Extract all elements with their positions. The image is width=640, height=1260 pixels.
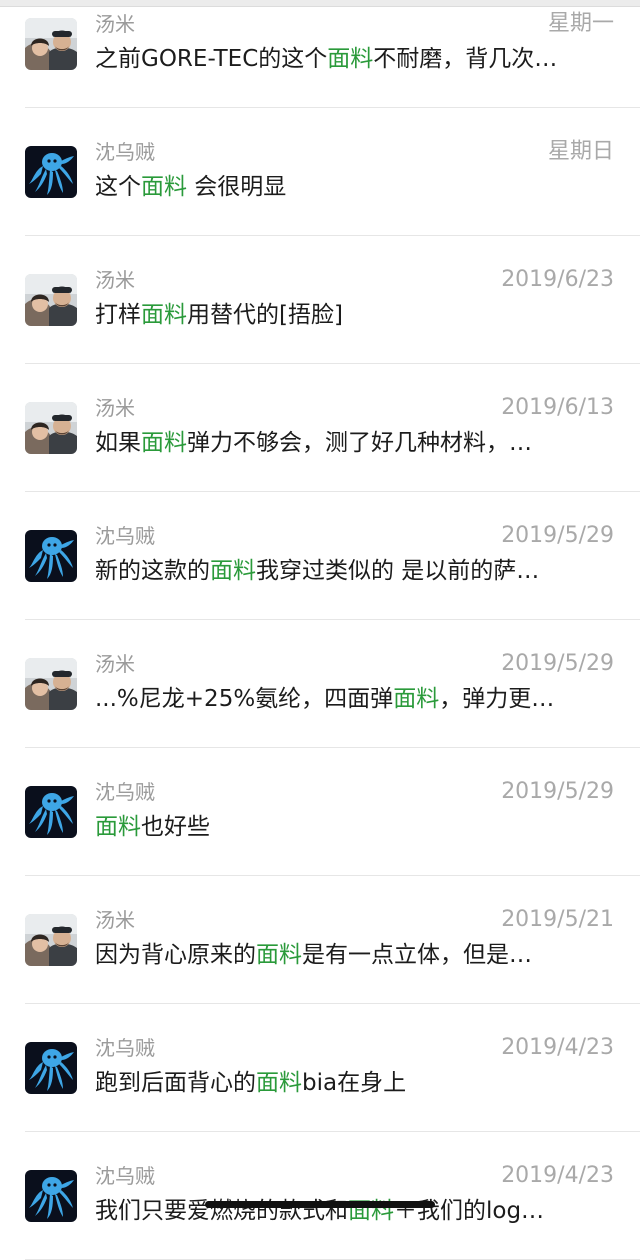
keyword-highlight: 面料 xyxy=(210,558,256,584)
chat-result-row[interactable]: 汤米 2019/5/21 因为背心原来的面料是有一点立体，但是… xyxy=(0,876,640,1004)
keyword-highlight: 面料 xyxy=(141,302,187,328)
message-date: 2019/4/23 xyxy=(501,1035,614,1060)
chat-result-row[interactable]: 汤米 2019/6/13 如果面料弹力不够会，测了好几种材料，… xyxy=(0,364,640,492)
sender-name: 沈乌贼 xyxy=(95,524,155,548)
message-date: 星期日 xyxy=(547,139,614,164)
keyword-highlight: 面料 xyxy=(327,46,374,72)
message-date: 星期一 xyxy=(547,11,614,36)
couple-photo-avatar xyxy=(25,274,77,326)
message-date: 2019/6/13 xyxy=(501,395,614,420)
octopus-avatar xyxy=(25,146,77,198)
sender-name: 汤米 xyxy=(95,652,135,676)
couple-photo-avatar xyxy=(25,18,77,70)
octopus-avatar xyxy=(25,786,77,838)
message-snippet: 打样面料用替代的[捂脸] xyxy=(95,298,615,332)
message-date: 2019/5/29 xyxy=(501,523,614,548)
message-date: 2019/5/21 xyxy=(501,907,614,932)
sender-name: 沈乌贼 xyxy=(95,1036,155,1060)
snippet-text: 用替代的[捂脸] xyxy=(187,302,343,328)
message-snippet: 新的这款的面料我穿过类似的 是以前的萨… xyxy=(95,554,615,588)
message-snippet: 因为背心原来的面料是有一点立体，但是… xyxy=(95,938,615,972)
message-snippet: ...%尼龙+25%氨纶，四面弹面料，弹力更… xyxy=(95,682,615,716)
snippet-text: 我穿过类似的 是以前的萨… xyxy=(256,558,540,584)
snippet-text: 这个 xyxy=(95,174,141,200)
sender-name: 汤米 xyxy=(95,396,135,420)
chat-result-row[interactable]: 沈乌贼 2019/5/29 面料也好些 xyxy=(0,748,640,876)
message-snippet: 跑到后面背心的面料bia在身上 xyxy=(95,1066,615,1100)
chat-result-row[interactable]: 沈乌贼 星期日这个面料 会很明显 xyxy=(0,108,640,236)
snippet-text: 因为背心原来的 xyxy=(95,942,256,968)
snippet-text: 新的这款的 xyxy=(95,558,210,584)
snippet-text: 也好些 xyxy=(141,814,210,840)
sender-name: 沈乌贼 xyxy=(95,1164,155,1188)
couple-photo-avatar xyxy=(25,402,77,454)
chat-result-row[interactable]: 汤米 2019/5/29 ...%尼龙+25%氨纶，四面弹面料，弹力更… xyxy=(0,620,640,748)
snippet-text: 弹力不够会，测了好几种材料，… xyxy=(187,430,532,456)
snippet-text: 跑到后面背心的 xyxy=(95,1070,256,1096)
message-snippet: 如果面料弹力不够会，测了好几种材料，… xyxy=(95,426,615,460)
sender-name: 汤米 xyxy=(95,908,135,932)
snippet-text: bia在身上 xyxy=(302,1070,407,1096)
sender-name: 汤米 xyxy=(95,268,135,292)
chat-result-row[interactable]: 沈乌贼 2019/5/29 新的这款的面料我穿过类似的 是以前的萨… xyxy=(0,492,640,620)
snippet-text: 是有一点立体，但是… xyxy=(302,942,532,968)
keyword-highlight: 面料 xyxy=(95,814,141,840)
message-date: 2019/5/29 xyxy=(501,651,614,676)
snippet-text: 打样 xyxy=(95,302,141,328)
snippet-text: ，弹力更… xyxy=(439,686,555,712)
chat-result-row[interactable]: 汤米 2019/6/23 打样面料用替代的[捂脸] xyxy=(0,236,640,364)
sender-name: 汤米 xyxy=(95,12,135,36)
snippet-text: 如果 xyxy=(95,430,141,456)
home-indicator[interactable] xyxy=(205,1201,435,1208)
snippet-text: ...%尼龙+25%氨纶，四面弹 xyxy=(95,686,394,712)
keyword-highlight: 面料 xyxy=(256,1070,302,1096)
message-date: 2019/6/23 xyxy=(501,267,614,292)
octopus-avatar xyxy=(25,1170,77,1222)
message-snippet: 这个面料 会很明显 xyxy=(95,170,615,204)
chat-result-row[interactable]: 汤米 星期一之前GORE-TEC的这个面料不耐磨，背几次… xyxy=(0,0,640,108)
message-date: 2019/5/29 xyxy=(501,779,614,804)
keyword-highlight: 面料 xyxy=(141,174,187,200)
keyword-highlight: 面料 xyxy=(393,686,440,712)
message-snippet: 我们只要爱燃烧的款式和面料＋我们的log… xyxy=(95,1194,615,1228)
couple-photo-avatar xyxy=(25,914,77,966)
octopus-avatar xyxy=(25,1042,77,1094)
chat-result-row[interactable]: 沈乌贼 2019/4/23 我们只要爱燃烧的款式和面料＋我们的log… xyxy=(0,1132,640,1260)
chat-result-row[interactable]: 沈乌贼 2019/4/23 跑到后面背心的面料bia在身上 xyxy=(0,1004,640,1132)
octopus-avatar xyxy=(25,530,77,582)
keyword-highlight: 面料 xyxy=(256,942,302,968)
message-snippet: 面料也好些 xyxy=(95,810,615,844)
message-date: 2019/4/23 xyxy=(501,1163,614,1188)
snippet-text: 之前GORE-TEC的这个 xyxy=(95,46,328,72)
snippet-text: 不耐磨，背几次… xyxy=(373,46,558,72)
snippet-text: 会很明显 xyxy=(187,174,287,200)
keyword-highlight: 面料 xyxy=(141,430,187,456)
message-snippet: 之前GORE-TEC的这个面料不耐磨，背几次… xyxy=(95,42,615,76)
couple-photo-avatar xyxy=(25,658,77,710)
sender-name: 沈乌贼 xyxy=(95,140,155,164)
sender-name: 沈乌贼 xyxy=(95,780,155,804)
